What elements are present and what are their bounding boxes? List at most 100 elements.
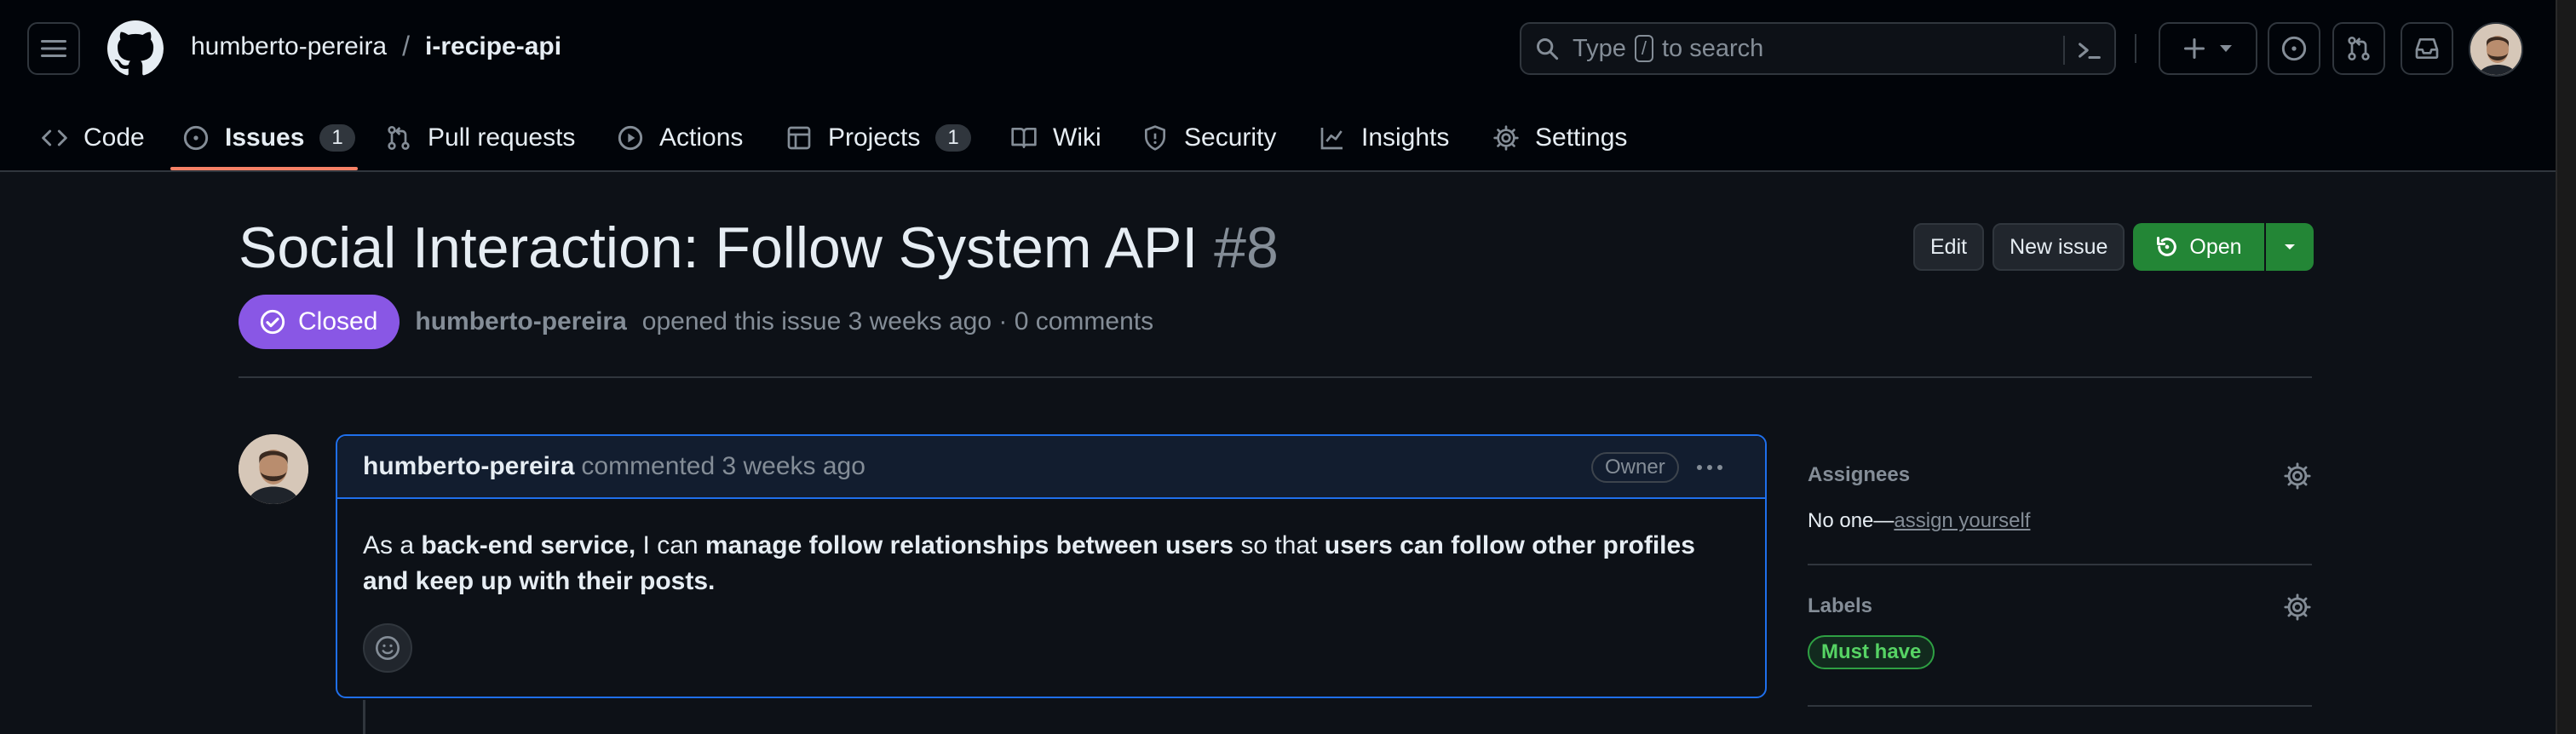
code-icon xyxy=(42,129,67,146)
comment-author-link[interactable]: humberto-pereira xyxy=(363,452,574,481)
avatar-image-icon xyxy=(2470,24,2521,75)
tab-settings-label: Settings xyxy=(1535,123,1628,152)
search-prefix: Type xyxy=(1573,34,1626,62)
scrollbar[interactable] xyxy=(2556,0,2576,734)
issue-reopened-icon xyxy=(2157,236,2177,256)
assignees-title: Assignees xyxy=(1808,463,1911,486)
comment-box: humberto-pereira commented 3 weeks ago O… xyxy=(336,434,1767,698)
search-divider xyxy=(2063,36,2065,65)
your-pull-requests-button[interactable] xyxy=(2332,22,2385,75)
tab-actions[interactable]: Actions xyxy=(617,114,743,162)
sidebar-labels: Labels Must have xyxy=(1808,594,2312,669)
avatar-image-icon xyxy=(239,434,308,504)
hamburger-icon xyxy=(41,40,66,57)
command-palette-icon[interactable] xyxy=(2075,36,2104,65)
assignees-value: No one—assign yourself xyxy=(1808,509,2312,533)
tab-insights-label: Insights xyxy=(1361,123,1450,152)
menu-button[interactable] xyxy=(27,22,80,75)
status-badge: Closed xyxy=(239,295,400,349)
issue-meta-text: opened this issue 3 weeks ago · 0 commen… xyxy=(641,307,1154,335)
comment-bold-2: manage follow relationships between user… xyxy=(704,531,1234,559)
comment-header: humberto-pereira commented 3 weeks ago O… xyxy=(337,436,1765,499)
book-icon xyxy=(1011,128,1037,148)
comment-avatar[interactable] xyxy=(239,434,308,504)
tab-wiki-label: Wiki xyxy=(1053,123,1101,152)
title-divider xyxy=(239,376,2312,378)
sidebar-divider xyxy=(1808,705,2312,707)
comment-bold-1: back-end service, xyxy=(421,531,636,559)
issue-title: Social Interaction: Follow System API #8 xyxy=(239,215,1279,281)
assignees-none: No one— xyxy=(1808,509,1895,532)
header-divider xyxy=(2135,34,2136,63)
open-button-group: Open xyxy=(2133,223,2314,271)
shield-icon xyxy=(1145,125,1165,151)
tab-settings[interactable]: Settings xyxy=(1492,114,1627,162)
tab-code-label: Code xyxy=(83,123,145,152)
tab-actions-label: Actions xyxy=(659,123,744,152)
your-issues-button[interactable] xyxy=(2268,22,2320,75)
issue-opened-icon xyxy=(2281,36,2307,61)
git-pull-request-icon xyxy=(388,126,410,150)
reopen-button[interactable]: Open xyxy=(2133,223,2264,271)
tab-issues-label: Issues xyxy=(225,123,305,152)
search-shortcut-key: / xyxy=(1634,35,1653,62)
git-pull-request-icon xyxy=(2348,37,2370,60)
issue-opened-icon xyxy=(183,125,209,151)
github-logo-icon[interactable] xyxy=(107,20,164,77)
labels-title: Labels xyxy=(1808,594,1873,617)
owner-badge: Owner xyxy=(1591,452,1679,483)
caret-down-icon xyxy=(2220,45,2232,52)
issue-title-text: Social Interaction: Follow System API xyxy=(239,215,1199,280)
breadcrumb-repo[interactable]: i-recipe-api xyxy=(425,32,561,61)
tab-pull-requests-label: Pull requests xyxy=(428,123,576,152)
projects-counter: 1 xyxy=(935,124,971,152)
smiley-icon xyxy=(376,636,400,660)
tab-pull-requests[interactable]: Pull requests xyxy=(385,114,575,162)
create-new-button[interactable] xyxy=(2159,22,2257,75)
tab-projects[interactable]: Projects 1 xyxy=(785,114,971,162)
reopen-options-button[interactable] xyxy=(2265,223,2314,271)
issue-author-link[interactable]: humberto-pereira xyxy=(415,307,626,336)
issue-number: #8 xyxy=(1214,215,1279,280)
status-label: Closed xyxy=(298,307,378,335)
gear-icon xyxy=(1493,125,1519,151)
tab-insights[interactable]: Insights xyxy=(1319,114,1449,162)
tab-wiki[interactable]: Wiki xyxy=(1010,114,1101,162)
issue-actions: Edit New issue Open xyxy=(1913,223,2314,271)
edit-button[interactable]: Edit xyxy=(1913,223,1985,271)
timeline-line xyxy=(363,700,365,734)
tab-code[interactable]: Code xyxy=(41,114,145,162)
new-issue-button[interactable]: New issue xyxy=(1992,223,2125,271)
sidebar-assignees: Assignees No one—assign yourself xyxy=(1808,462,2312,533)
search-icon xyxy=(1537,38,1559,60)
inbox-button[interactable] xyxy=(2401,22,2453,75)
comment-body: As a back-end service, I can manage foll… xyxy=(363,528,1743,599)
issue-closed-icon xyxy=(260,309,285,335)
reopen-button-label: Open xyxy=(2189,234,2242,259)
caret-down-icon xyxy=(2284,244,2295,249)
assign-yourself-link[interactable]: assign yourself xyxy=(1894,509,2030,532)
graph-icon xyxy=(1320,128,1343,150)
tab-projects-label: Projects xyxy=(828,123,921,152)
breadcrumb-owner[interactable]: humberto-pereira xyxy=(191,32,387,61)
comment-text-2: I can xyxy=(635,531,705,559)
inbox-icon xyxy=(2415,38,2439,59)
plus-icon xyxy=(2183,37,2205,60)
label-must-have[interactable]: Must have xyxy=(1808,635,1935,669)
tab-security-label: Security xyxy=(1184,123,1277,152)
play-icon xyxy=(618,125,643,151)
repo-nav: Code Issues 1 Pull requests Actions Proj… xyxy=(0,99,2556,172)
tab-issues[interactable]: Issues 1 xyxy=(182,114,355,162)
gear-icon[interactable] xyxy=(2283,462,2312,490)
breadcrumb-separator: / xyxy=(402,31,411,61)
issue-meta: Closed humberto-pereira opened this issu… xyxy=(239,295,1153,349)
kebab-horizontal-icon[interactable] xyxy=(1695,455,1724,480)
search-input[interactable]: Type / to search xyxy=(1520,22,2116,75)
comment-text-3: so that xyxy=(1233,531,1325,559)
gear-icon[interactable] xyxy=(2283,593,2312,622)
comment-time[interactable]: commented 3 weeks ago xyxy=(581,452,865,481)
top-bar: humberto-pereira / i-recipe-api Type / t… xyxy=(0,0,2556,99)
add-reaction-button[interactable] xyxy=(363,623,412,673)
tab-security[interactable]: Security xyxy=(1141,114,1276,162)
user-avatar[interactable] xyxy=(2469,22,2523,77)
